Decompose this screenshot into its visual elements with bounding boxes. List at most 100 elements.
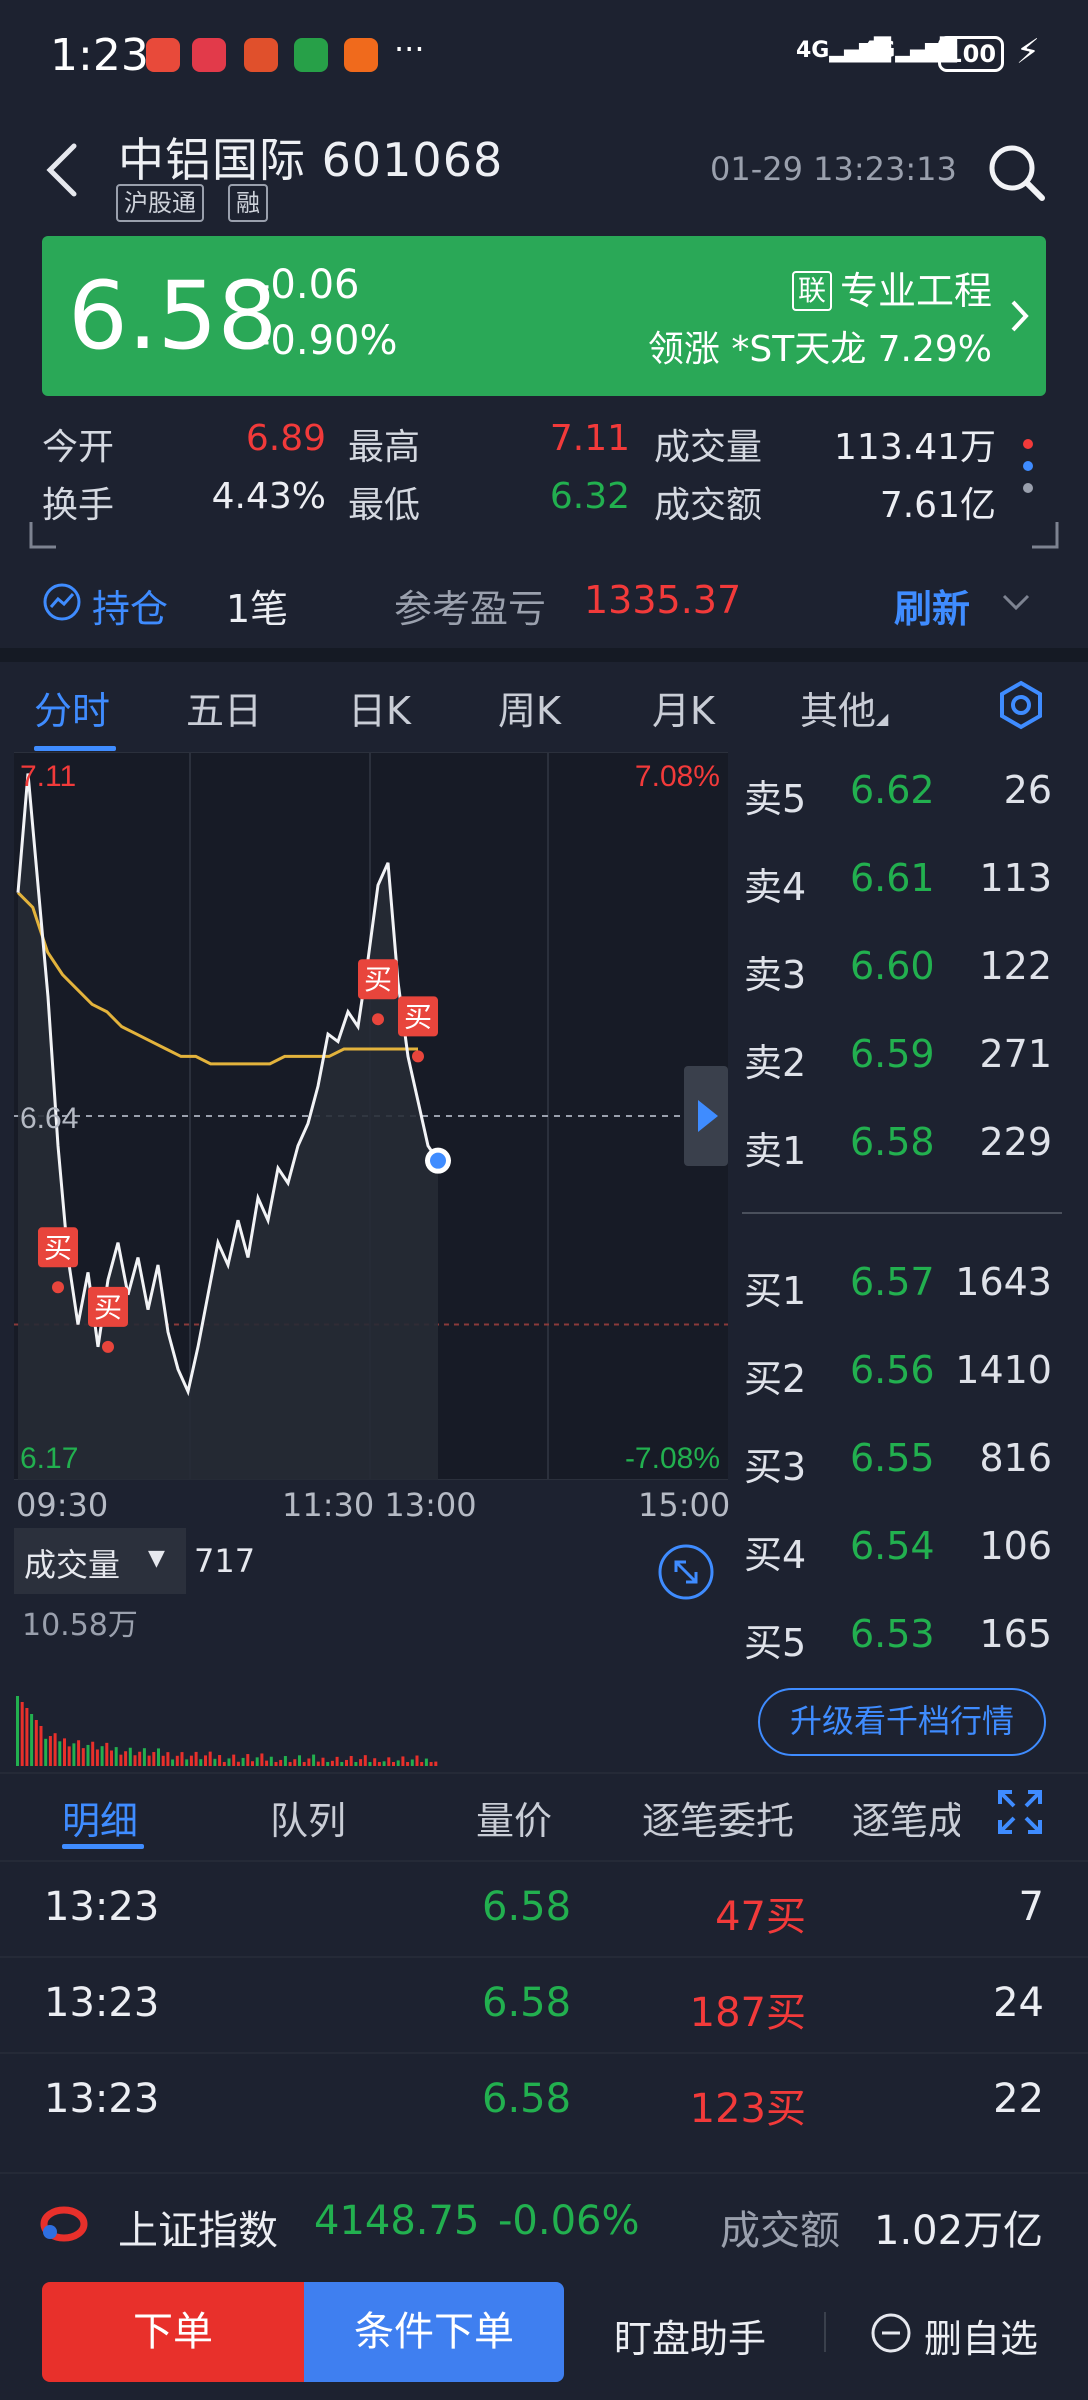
sector-leader: 领涨 *ST天龙 7.29% [647,329,992,370]
stat-open: 6.89 [245,418,326,459]
fullscreen-chart-icon[interactable] [656,1542,716,1602]
volume-bar [420,1762,424,1766]
tab-weekly-k[interactable]: 周K [498,680,561,735]
remove-watchlist-button[interactable]: 删自选 [924,2308,1038,2363]
volume-bar [199,1759,203,1766]
margin-tag: 融 [228,184,268,222]
volume-bar [312,1754,316,1766]
volume-bar [340,1762,344,1766]
volume-bar [321,1757,325,1766]
volume-bar [110,1750,113,1766]
volume-bar [255,1757,259,1766]
upgrade-depth-button[interactable]: 升级看千档行情 [758,1688,1046,1756]
ask-price: 6.60 [850,944,935,988]
expand-icon[interactable] [996,1788,1044,1836]
tab-other[interactable]: 其他◢ [800,680,888,735]
position-row[interactable]: 持仓 1笔 参考盈亏 1335.37 刷新 [0,560,1088,650]
chart-ref-price: 6.64 [20,1102,78,1135]
buy-marker-dot [412,1050,424,1063]
back-icon[interactable] [40,140,90,200]
tab-order-by-order[interactable]: 逐笔委托 [642,1790,794,1845]
battery-icon: 100 [938,36,1004,72]
bid-label: 买3 [744,1445,807,1489]
hk-connect-tag: 沪股通 [116,184,204,222]
place-order-button[interactable]: 下单 [42,2282,304,2382]
stat-label: 成交量 [654,427,763,468]
active-tab-indicator [34,746,116,751]
current-price-dot-center [430,1152,446,1169]
app-icon [146,38,180,72]
trade-volume: 47买 [715,1894,806,1940]
ask-label: 卖3 [744,953,807,997]
bid-volume: 165 [979,1612,1052,1656]
volume-bar [406,1762,410,1766]
index-bar[interactable]: 上证指数 4148.75 -0.06% 成交额 1.02万亿 [0,2172,1088,2272]
tab-queue[interactable]: 队列 [270,1790,346,1845]
volume-bar [189,1755,193,1766]
volume-bar [44,1738,48,1766]
conditional-order-button[interactable]: 条件下单 [304,2282,564,2382]
volume-bar [387,1757,391,1766]
chart-settings-icon[interactable] [996,680,1046,730]
volume-bar [34,1720,38,1766]
ask-volume: 271 [979,1032,1052,1076]
volume-bar [81,1748,85,1766]
refresh-button[interactable]: 刷新 [894,578,970,633]
volume-bar [265,1760,269,1766]
tab-detail[interactable]: 明细 [62,1790,138,1845]
tab-volume-price[interactable]: 量价 [476,1790,552,1845]
trade-time: 13:23 [44,1884,160,1930]
order-book: 卖5 6.62 26 卖4 6.61 113 卖3 6.60 122 卖2 6.… [742,752,1072,1772]
search-icon[interactable] [986,142,1046,202]
time-label-close: 15:00 [638,1486,731,1524]
trade-price: 6.58 [482,2076,572,2122]
volume-bar [166,1752,170,1766]
volume-bar [119,1754,123,1766]
index-name: 上证指数 [118,2208,278,2254]
tab-monthly-k[interactable]: 月K [652,680,715,735]
tab-trade-by-trade[interactable]: 逐笔成交 [852,1790,960,1845]
trade-price: 6.58 [482,1884,572,1930]
volume-bar [246,1754,250,1766]
chart-low-pct: -7.08% [625,1442,720,1475]
tab-intraday[interactable]: 分时 [34,680,110,735]
volume-bar [25,1708,29,1766]
volume-bar [16,1696,19,1766]
chart-high-pct: 7.08% [635,760,720,793]
volume-bar [335,1756,339,1766]
ask-label: 卖1 [744,1129,807,1173]
volume-bar [349,1756,353,1766]
chevron-down-icon[interactable] [1000,590,1032,614]
intraday-chart[interactable]: 7.11 7.08% 6.64 6.17 -7.08% 买买买买 [14,752,728,1480]
table-row: 13:23 6.58 123买 22 [0,2052,1088,2148]
chart-high-price: 7.11 [20,760,76,793]
volume-bar [359,1759,363,1766]
action-bar: 下单 条件下单 盯盘助手 删自选 [0,2272,1088,2400]
volume-bar [415,1755,419,1766]
volume-bar [63,1738,66,1766]
trade-price: 6.58 [482,1980,572,2026]
volume-bar [58,1741,62,1766]
bid-label: 买4 [744,1533,807,1577]
stat-low: 6.32 [549,476,630,517]
price-change-pct: -0.90% [256,318,398,364]
volume-bar [194,1751,198,1766]
price-banner[interactable]: 6.58 -0.06 -0.90% 联专业工程 领涨 *ST天龙 7.29% [42,236,1046,396]
volume-bar [114,1747,118,1766]
expand-orderbook-button[interactable] [684,1066,728,1166]
tab-five-day[interactable]: 五日 [186,680,262,735]
volume-bar [128,1747,132,1766]
volume-bar [30,1714,34,1766]
action-divider [824,2312,826,2352]
volume-bar [100,1746,104,1766]
position-count: 1笔 [226,587,289,631]
ask-volume: 26 [1003,768,1052,812]
sector-link[interactable]: 联专业工程 [791,260,992,315]
volume-bar [39,1726,43,1766]
volume-bar [401,1756,405,1766]
tab-daily-k[interactable]: 日K [348,680,411,735]
more-dots-icon[interactable] [1018,434,1038,504]
app-icon [244,38,278,72]
monitor-assistant-button[interactable]: 盯盘助手 [614,2308,766,2363]
app-icon [344,38,378,72]
